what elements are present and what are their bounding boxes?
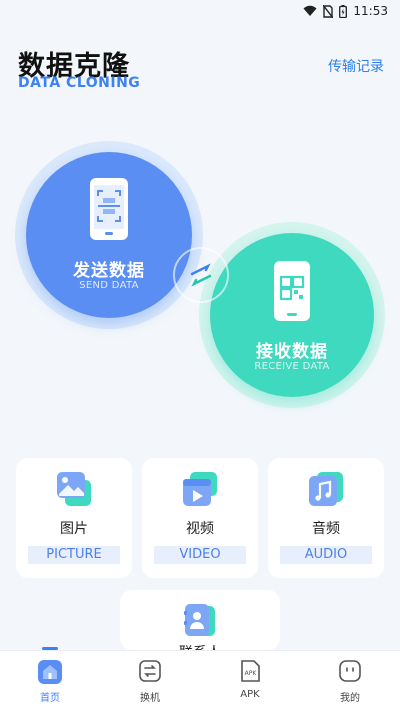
category-card-video[interactable]: 视频 VIDEO (142, 458, 258, 578)
apk-icon: APK (241, 660, 260, 682)
no-sim-icon (323, 4, 334, 18)
receive-data-button[interactable]: 接收数据 RECEIVE DATA (210, 233, 374, 397)
nav-label: 换机 (140, 693, 160, 704)
status-icons: 11:53 (303, 4, 388, 18)
receive-data-sublabel: RECEIVE DATA (254, 361, 330, 372)
category-tag: VIDEO (154, 546, 246, 564)
category-label: 音频 (312, 521, 340, 537)
status-bar: 11:53 (0, 0, 400, 24)
swap-arrows-icon (190, 263, 212, 287)
audio-icon (309, 472, 343, 506)
page-subtitle: DATA CLONING (18, 75, 141, 91)
nav-label: APK (240, 689, 260, 700)
picture-icon (57, 472, 91, 506)
video-icon (183, 472, 217, 506)
nav-item-home[interactable]: 首页 (0, 651, 100, 712)
receive-data-label: 接收数据 (256, 342, 328, 362)
category-card-picture[interactable]: 图片 PICTURE (16, 458, 132, 578)
phone-scan-icon (90, 178, 128, 240)
category-label: 视频 (186, 521, 214, 537)
nav-item-switch[interactable]: 换机 (100, 651, 200, 712)
status-time: 11:53 (353, 4, 388, 18)
send-data-label: 发送数据 (73, 261, 145, 281)
category-card-contacts[interactable]: 联系人 (120, 590, 280, 650)
apk-icon-text: APK (245, 670, 258, 677)
category-card-audio[interactable]: 音频 AUDIO (268, 458, 384, 578)
battery-icon (339, 4, 348, 18)
wifi-icon (303, 5, 317, 16)
contacts-icon (184, 604, 215, 636)
nav-item-apk[interactable]: APK APK (200, 651, 300, 712)
bottom-nav: 首页 换机 APK APK 我的 (0, 650, 400, 712)
transfer-history-link[interactable]: 传输记录 (328, 56, 384, 76)
profile-icon (339, 660, 361, 682)
nav-label: 我的 (340, 693, 360, 704)
send-data-button[interactable]: 发送数据 SEND DATA (26, 152, 192, 318)
category-tag: PICTURE (28, 546, 120, 564)
nav-item-profile[interactable]: 我的 (300, 651, 400, 712)
category-tag: AUDIO (280, 546, 372, 564)
category-label: 图片 (60, 521, 88, 537)
send-data-sublabel: SEND DATA (79, 280, 139, 291)
category-label: 联系人 (120, 642, 280, 650)
nav-label: 首页 (40, 693, 60, 704)
home-icon (38, 660, 62, 684)
phone-qrcode-icon (274, 261, 310, 321)
switch-icon (139, 660, 161, 682)
